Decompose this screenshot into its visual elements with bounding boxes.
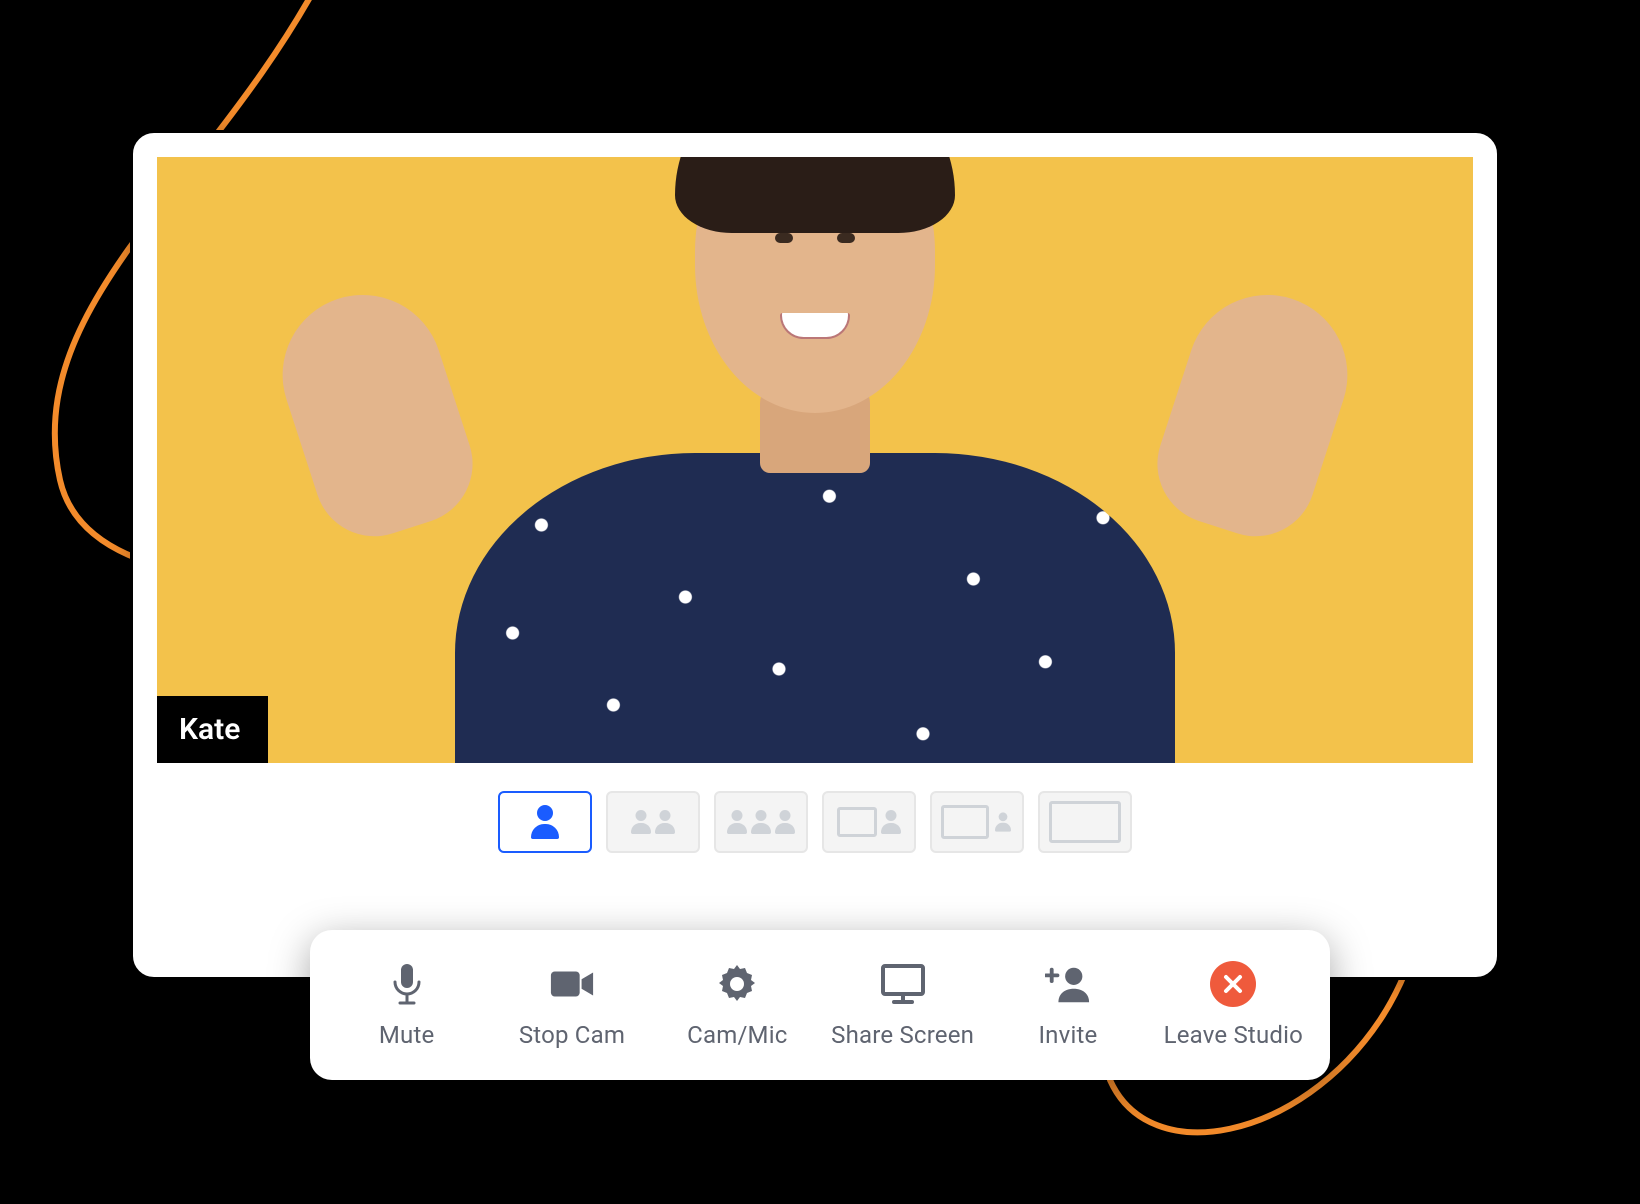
layout-three-up[interactable]: [714, 791, 808, 853]
video-stage: Kate: [157, 157, 1473, 763]
user-plus-icon: [1045, 961, 1091, 1007]
person-icon: [751, 810, 771, 834]
layout-two-up[interactable]: [606, 791, 700, 853]
monitor-icon: [880, 961, 926, 1007]
layout-screen-pip[interactable]: [822, 791, 916, 853]
microphone-icon: [384, 961, 430, 1007]
screen-icon: [1049, 801, 1121, 843]
participant-name-tag: Kate: [157, 696, 268, 763]
person-icon: [531, 805, 559, 839]
share-screen-button[interactable]: Share Screen: [820, 961, 985, 1049]
invite-label: Invite: [1038, 1021, 1097, 1049]
layout-screen-full[interactable]: [1038, 791, 1132, 853]
layout-single[interactable]: [498, 791, 592, 853]
stop-cam-label: Stop Cam: [519, 1021, 625, 1049]
control-toolbar: Mute Stop Cam Cam/Mic Share Scre: [310, 930, 1330, 1080]
leave-studio-button[interactable]: Leave Studio: [1151, 961, 1316, 1049]
stop-cam-button[interactable]: Stop Cam: [489, 961, 654, 1049]
screen-icon: [837, 807, 877, 837]
gear-icon: [714, 961, 760, 1007]
mute-button[interactable]: Mute: [324, 961, 489, 1049]
invite-button[interactable]: Invite: [985, 961, 1150, 1049]
video-camera-icon: [549, 961, 595, 1007]
mute-label: Mute: [379, 1021, 435, 1049]
person-icon: [727, 810, 747, 834]
person-icon: [655, 810, 675, 834]
participant-video-placeholder: [365, 157, 1265, 763]
cam-mic-settings-button[interactable]: Cam/Mic: [655, 961, 820, 1049]
layout-selector: [133, 791, 1497, 853]
person-icon: [995, 812, 1011, 831]
cam-mic-label: Cam/Mic: [687, 1021, 787, 1049]
participant-name: Kate: [179, 712, 240, 747]
close-icon: [1210, 961, 1256, 1007]
person-icon: [775, 810, 795, 834]
person-icon: [881, 810, 901, 834]
layout-screen-side[interactable]: [930, 791, 1024, 853]
screen-icon: [941, 805, 989, 839]
person-icon: [631, 810, 651, 834]
share-screen-label: Share Screen: [831, 1021, 974, 1049]
leave-label: Leave Studio: [1164, 1021, 1303, 1049]
studio-window: Kate: [130, 130, 1500, 980]
